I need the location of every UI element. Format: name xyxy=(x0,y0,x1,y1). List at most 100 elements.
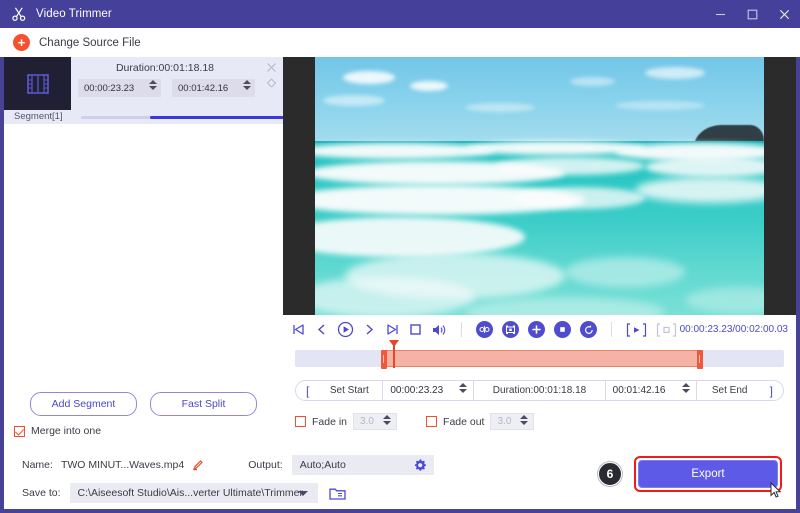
segment-start-input[interactable]: 00:00:23.23 xyxy=(78,79,161,97)
add-segment-button[interactable]: Add Segment xyxy=(30,392,137,416)
video-trimmer-window: Video Trimmer + Change Source File Segme… xyxy=(0,0,800,513)
name-label: Name: xyxy=(22,459,53,471)
cloud-icon xyxy=(343,71,395,84)
fade-in-stepper[interactable] xyxy=(383,415,392,425)
segment-row[interactable]: Segment[1] Duration:00:01:18.18 00:00:23… xyxy=(4,57,303,124)
bracket-right-icon: ] xyxy=(769,383,773,398)
close-icon[interactable] xyxy=(768,0,800,28)
trim-selection-region[interactable] xyxy=(381,350,703,369)
output-format-field[interactable]: Auto;Auto xyxy=(291,455,434,475)
segment-action-buttons: Add Segment Fast Split xyxy=(4,392,283,416)
volume-icon[interactable] xyxy=(431,323,447,337)
trim-handle-right[interactable] xyxy=(697,350,703,369)
segment-end-input[interactable]: 00:01:42.16 xyxy=(172,79,255,97)
preview-panel: 00:00:23.23/00:02:00.03 [ Set Start 00:0… xyxy=(283,57,796,450)
split-clip-icon[interactable] xyxy=(476,321,493,338)
trim-end-input[interactable]: 00:01:42.16 xyxy=(604,381,697,400)
save-to-row: Save to: C:\Aiseesoft Studio\Ais...verte… xyxy=(4,482,346,504)
foam-crest xyxy=(495,157,645,175)
step-badge-6: 6 xyxy=(598,462,622,486)
segment-end-stepper[interactable] xyxy=(243,80,251,90)
trim-handle-left[interactable] xyxy=(381,350,387,369)
cloud-icon xyxy=(645,67,705,79)
reset-icon[interactable] xyxy=(580,321,597,338)
maximize-icon[interactable] xyxy=(736,0,768,28)
segment-start-stepper[interactable] xyxy=(149,80,157,90)
video-frame-ocean-waves xyxy=(315,57,764,315)
add-clip-icon[interactable] xyxy=(528,321,545,338)
title-bar: Video Trimmer xyxy=(0,0,800,28)
trim-end-stepper[interactable] xyxy=(681,383,690,393)
preview-original-icon[interactable] xyxy=(656,322,677,337)
fade-out-label: Fade out xyxy=(443,415,485,428)
minimize-icon[interactable] xyxy=(704,0,736,28)
fade-out-checkbox[interactable] xyxy=(426,416,438,427)
segment-start-value: 00:00:23.23 xyxy=(84,82,135,94)
play-icon[interactable] xyxy=(337,321,354,338)
window-title: Video Trimmer xyxy=(36,8,112,20)
preview-output-icon[interactable] xyxy=(626,322,647,337)
chevron-down-icon[interactable] xyxy=(297,491,308,496)
playhead-marker[interactable] xyxy=(389,340,398,368)
set-start-button[interactable]: Set Start xyxy=(316,385,382,396)
open-folder-icon[interactable] xyxy=(328,486,346,501)
segment-side-actions xyxy=(266,62,277,91)
output-format-value: Auto;Auto xyxy=(299,459,346,471)
merge-into-one-row[interactable]: Merge into one xyxy=(14,425,101,437)
divider xyxy=(461,322,462,337)
foam-wave xyxy=(515,187,645,209)
name-output-row: Name: TWO MINUT...Waves.mp4 Output: Auto… xyxy=(4,454,434,476)
trim-end-value: 00:01:42.16 xyxy=(612,385,666,396)
plus-circle-icon[interactable]: + xyxy=(13,34,30,51)
window-controls xyxy=(704,0,800,28)
close-icon[interactable] xyxy=(266,62,277,73)
save-to-path-field[interactable]: C:\Aiseesoft Studio\Ais...verter Ultimat… xyxy=(69,483,318,503)
previous-frame-icon[interactable] xyxy=(315,322,328,337)
set-end-button[interactable]: Set End xyxy=(697,385,763,396)
output-file-name: TWO MINUT...Waves.mp4 xyxy=(60,459,185,471)
export-button[interactable]: Export xyxy=(638,460,778,488)
diamond-expand-icon[interactable] xyxy=(266,78,277,91)
fade-out-input[interactable]: 3.0 xyxy=(490,413,535,430)
player-timecode: 00:00:23.23/00:02:00.03 xyxy=(679,324,788,335)
segment-body: Duration:00:01:18.18 00:00:23.23 00:01:4… xyxy=(71,57,303,124)
fade-in-checkbox[interactable] xyxy=(295,416,306,427)
stop-icon[interactable] xyxy=(409,323,422,336)
merge-into-one-label: Merge into one xyxy=(31,425,102,437)
trim-start-input[interactable]: 00:00:23.23 xyxy=(382,381,475,400)
video-preview[interactable] xyxy=(283,57,796,315)
transport-controls xyxy=(291,321,677,338)
trim-duration-label: Duration:00:01:18.18 xyxy=(492,385,587,396)
fast-split-button[interactable]: Fast Split xyxy=(150,392,257,416)
segment-end-value: 00:01:42.16 xyxy=(178,82,229,94)
skip-to-end-icon[interactable] xyxy=(385,322,400,337)
save-to-label: Save to: xyxy=(22,487,61,499)
change-source-file-label: Change Source File xyxy=(39,36,141,49)
timeline-track[interactable] xyxy=(295,340,784,369)
cloud-icon xyxy=(323,95,385,106)
skip-to-start-icon[interactable] xyxy=(291,322,306,337)
fade-in-label: Fade in xyxy=(312,415,348,428)
cloud-icon xyxy=(410,81,448,91)
fade-in-group: Fade in 3.0 xyxy=(295,413,398,430)
cloud-icon xyxy=(465,103,535,112)
segment-list-panel: Segment[1] Duration:00:01:18.18 00:00:23… xyxy=(4,57,303,450)
fade-out-stepper[interactable] xyxy=(520,415,529,425)
fade-out-value: 3.0 xyxy=(497,416,512,427)
merge-into-one-checkbox[interactable] xyxy=(14,425,25,437)
crop-icon[interactable] xyxy=(554,321,571,338)
segment-progress-bar[interactable] xyxy=(81,116,303,119)
film-strip-icon xyxy=(4,57,71,110)
next-frame-icon[interactable] xyxy=(363,322,376,337)
trim-start-stepper[interactable] xyxy=(459,383,468,393)
output-settings-bar: Name: TWO MINUT...Waves.mp4 Output: Auto… xyxy=(4,450,796,509)
gear-icon[interactable] xyxy=(413,458,427,472)
playback-control-bar: 00:00:23.23/00:02:00.03 [ Set Start 00:0… xyxy=(283,315,796,450)
pencil-icon[interactable] xyxy=(192,459,204,471)
change-source-file-bar[interactable]: + Change Source File xyxy=(0,28,800,57)
fade-controls: Fade in 3.0 Fade out 3.0 xyxy=(295,413,535,430)
segment-time-inputs: 00:00:23.23 00:01:42.16 xyxy=(78,79,283,97)
snapshot-icon[interactable] xyxy=(502,321,519,338)
fade-in-input[interactable]: 3.0 xyxy=(353,413,398,430)
segment-duration-label: Duration:00:01:18.18 xyxy=(115,62,215,74)
